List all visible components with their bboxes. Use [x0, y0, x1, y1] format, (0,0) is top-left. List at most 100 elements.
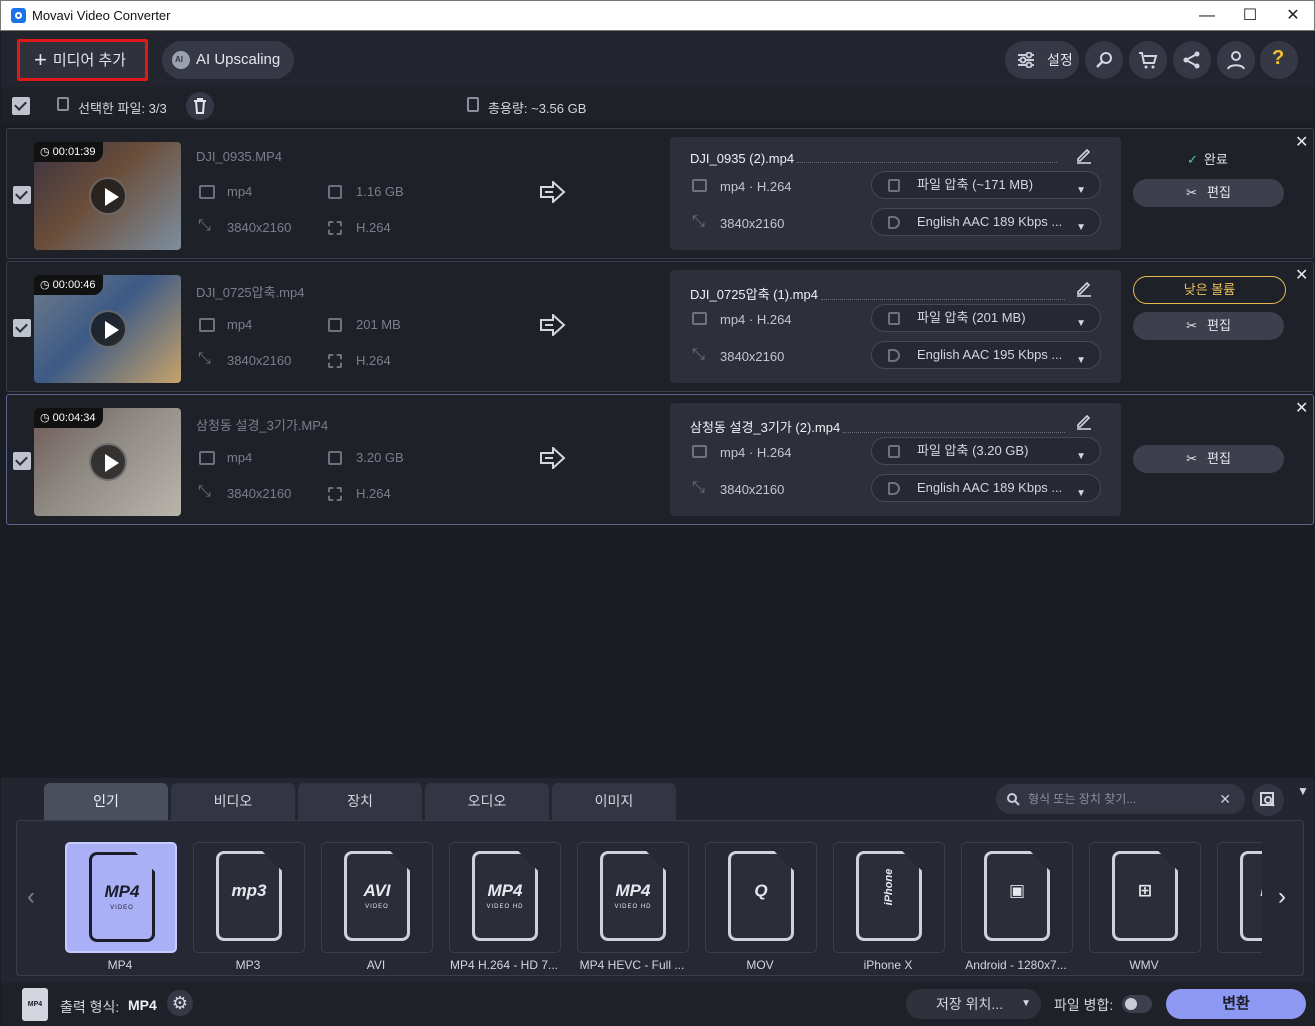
format-card[interactable]: AVI VIDEO: [321, 842, 433, 953]
format-card[interactable]: mp3: [193, 842, 305, 953]
format-card[interactable]: MP: [1217, 842, 1262, 953]
edit-button[interactable]: ✂ 편집: [1133, 179, 1284, 207]
collapse-panel-icon[interactable]: ▼: [1297, 784, 1309, 798]
merge-files-toggle[interactable]: [1122, 995, 1152, 1013]
format-card[interactable]: ▣: [961, 842, 1073, 953]
output-file-name[interactable]: 삼청동 설경_3기가 (2).mp4: [690, 417, 1065, 436]
file-row[interactable]: ◷ 00:04:34 삼청동 설경_3기가.MP4 mp4 3.20 GB ⤡ …: [6, 394, 1314, 525]
speaker-icon: [888, 482, 900, 495]
source-resolution: 3840x2160: [227, 486, 292, 501]
scissors-icon: ✂: [1186, 451, 1197, 466]
audio-track-label: English AAC 195 Kbps ...: [917, 347, 1063, 362]
format-icon-subtext: VIDEO HD: [614, 904, 652, 910]
account-button[interactable]: [1217, 41, 1255, 79]
compress-icon: [888, 312, 900, 325]
remove-file-button[interactable]: ✕: [1295, 265, 1308, 285]
disk-icon: [328, 451, 342, 465]
help-button[interactable]: ?: [1260, 41, 1298, 79]
pencil-icon[interactable]: [1075, 412, 1093, 430]
format-scan-button[interactable]: [1252, 784, 1284, 816]
output-file-name[interactable]: DJI_0725압축 (1).mp4: [690, 284, 1065, 303]
trash-icon: [194, 98, 206, 114]
speaker-icon: [888, 216, 900, 229]
output-settings-panel: DJI_0725압축 (1).mp4 mp4 · H.264 ⤡ 3840x21…: [670, 270, 1121, 383]
share-button[interactable]: [1173, 41, 1211, 79]
convert-button[interactable]: 변환: [1166, 989, 1306, 1019]
format-card[interactable]: MP4 VIDEO HD: [449, 842, 561, 953]
format-card[interactable]: ⊞: [1089, 842, 1201, 953]
audio-track-dropdown[interactable]: English AAC 189 Kbps ... ▼: [871, 474, 1101, 502]
format-card[interactable]: MP4 VIDEO: [65, 842, 177, 953]
audio-track-dropdown[interactable]: English AAC 195 Kbps ... ▼: [871, 341, 1101, 369]
duration-badge: ◷ 00:00:46: [34, 275, 104, 295]
play-button[interactable]: [89, 310, 127, 348]
output-format-icon: MP4: [22, 988, 48, 1021]
ai-upscaling-button[interactable]: AI Upscaling: [162, 41, 294, 79]
compress-dropdown[interactable]: 파일 압축 (3.20 GB) ▼: [871, 437, 1101, 465]
source-codec: H.264: [356, 486, 391, 501]
compress-dropdown[interactable]: 파일 압축 (~171 MB) ▼: [871, 171, 1101, 199]
video-thumbnail[interactable]: ◷ 00:00:46: [34, 275, 181, 383]
compress-dropdown[interactable]: 파일 압축 (201 MB) ▼: [871, 304, 1101, 332]
play-button[interactable]: [89, 177, 127, 215]
file-checkbox[interactable]: [13, 186, 31, 204]
video-thumbnail[interactable]: ◷ 00:01:39: [34, 142, 181, 250]
source-size: 1.16 GB: [356, 184, 404, 199]
format-search-input[interactable]: 형식 또는 장치 찾기... ✕: [996, 784, 1245, 814]
share-icon: [1183, 51, 1200, 69]
toolbar: + 미디어 추가 AI Upscaling 설정 ?: [1, 31, 1314, 87]
file-checkbox[interactable]: [13, 319, 31, 337]
close-window-button[interactable]: ✕: [1270, 1, 1315, 31]
file-checkbox[interactable]: [13, 452, 31, 470]
remove-file-button[interactable]: ✕: [1295, 132, 1308, 152]
search-button[interactable]: [1085, 41, 1123, 79]
question-icon: ?: [1272, 47, 1285, 69]
pencil-icon[interactable]: [1075, 146, 1093, 164]
play-button[interactable]: [89, 443, 127, 481]
carousel-next-icon[interactable]: ›: [1278, 883, 1286, 911]
compress-label: 파일 압축 (201 MB): [917, 310, 1026, 325]
audio-track-dropdown[interactable]: English AAC 189 Kbps ... ▼: [871, 208, 1101, 236]
tab-audio[interactable]: 오디오: [425, 783, 549, 820]
chevron-down-icon: ▼: [1076, 185, 1086, 196]
pencil-icon[interactable]: [1075, 279, 1093, 297]
low-volume-badge[interactable]: 낮은 볼륨: [1133, 276, 1286, 304]
file-row[interactable]: ◷ 00:01:39 DJI_0935.MP4 mp4 1.16 GB ⤡ 38…: [6, 128, 1314, 259]
chevron-down-icon: ▼: [1076, 451, 1086, 462]
format-card[interactable]: Q: [705, 842, 817, 953]
clear-search-icon[interactable]: ✕: [1219, 784, 1231, 814]
remove-file-button[interactable]: ✕: [1295, 398, 1308, 418]
select-all-checkbox[interactable]: [12, 97, 30, 115]
delete-button[interactable]: [186, 92, 214, 120]
tab-video[interactable]: 비디오: [171, 783, 295, 820]
source-resolution: 3840x2160: [227, 353, 292, 368]
add-media-button[interactable]: + 미디어 추가: [17, 39, 148, 81]
video-thumbnail[interactable]: ◷ 00:04:34: [34, 408, 181, 516]
magnifier-document-icon: [1260, 792, 1275, 807]
output-settings-gear-icon[interactable]: ⚙: [167, 990, 193, 1016]
output-format-label: 출력 형식:: [60, 999, 120, 1015]
tab-devices[interactable]: 장치: [298, 783, 422, 820]
output-resize-icon: ⤡: [692, 213, 705, 230]
edit-button[interactable]: ✂ 편집: [1133, 312, 1284, 340]
source-resolution: 3840x2160: [227, 220, 292, 235]
user-icon: [1227, 51, 1245, 70]
tab-popular[interactable]: 인기: [44, 783, 168, 820]
cart-button[interactable]: [1129, 41, 1167, 79]
output-file-name[interactable]: DJI_0935 (2).mp4: [690, 151, 1065, 166]
format-card[interactable]: MP4 VIDEO HD: [577, 842, 689, 953]
chevron-down-icon: ▼: [1076, 222, 1086, 233]
settings-button[interactable]: 설정: [1005, 41, 1079, 79]
format-icon-text: AVI: [363, 881, 391, 900]
edit-button[interactable]: ✂ 편집: [1133, 445, 1284, 473]
format-card[interactable]: iPhone: [833, 842, 945, 953]
maximize-button[interactable]: ☐: [1227, 1, 1273, 31]
codec-icon: [328, 487, 342, 501]
save-location-dropdown[interactable]: 저장 위치... ▼: [906, 989, 1041, 1019]
file-row[interactable]: ◷ 00:00:46 DJI_0725압축.mp4 mp4 201 MB ⤡ 3…: [6, 261, 1314, 392]
total-size: 총용량: ~3.56 GB: [488, 101, 587, 116]
minimize-button[interactable]: —: [1184, 1, 1230, 31]
tab-images[interactable]: 이미지: [552, 783, 676, 820]
status-text: 완료: [1203, 152, 1228, 167]
scissors-icon: ✂: [1186, 185, 1197, 200]
